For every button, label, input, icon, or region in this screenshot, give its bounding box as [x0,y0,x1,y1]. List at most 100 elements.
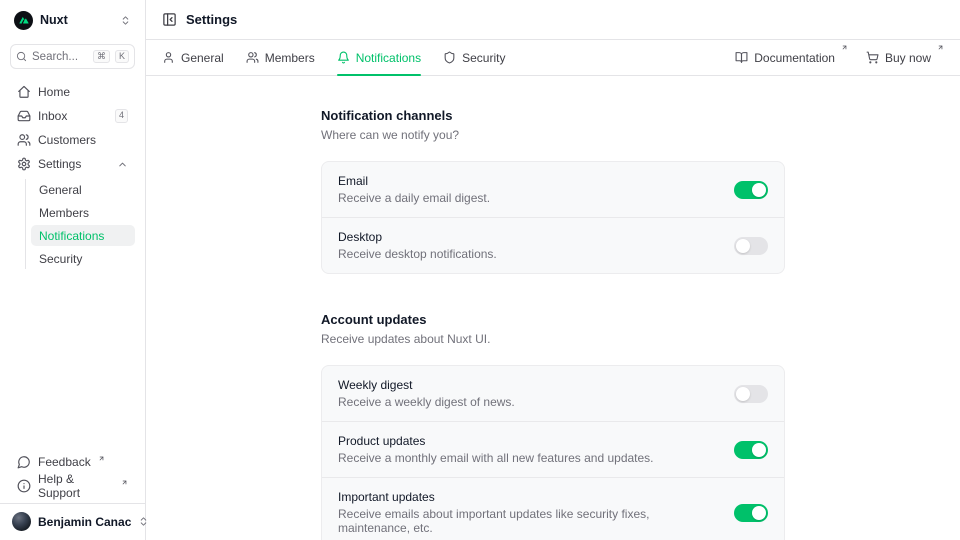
tab-label: Members [265,51,315,65]
chevron-up-icon [117,159,128,170]
setting-title: Product updates [338,434,654,448]
setting-row-email: Email Receive a daily email digest. [322,162,784,217]
sidebar-item-notifications[interactable]: Notifications [31,225,135,246]
section-notification-channels: Notification channels Where can we notif… [321,108,785,274]
setting-text: Weekly digest Receive a weekly digest of… [338,378,515,409]
users-icon [246,51,259,64]
workspace-name: Nuxt [40,13,68,27]
sidebar-item-customers[interactable]: Customers [10,129,135,151]
section-title: Notification channels [321,108,785,123]
setting-title: Important updates [338,490,718,504]
external-link-icon [937,44,944,51]
setting-description: Receive a monthly email with all new fea… [338,451,654,465]
setting-text: Product updates Receive a monthly email … [338,434,654,465]
email-toggle[interactable] [734,181,768,199]
section-description: Receive updates about Nuxt UI. [321,332,785,346]
panel-left-close-icon[interactable] [162,12,177,27]
shopping-cart-icon [866,51,879,64]
info-circle-icon [17,479,31,493]
tab-notifications[interactable]: Notifications [337,40,421,75]
settings-container: Notification channels Where can we notif… [321,108,785,540]
setting-text: Desktop Receive desktop notifications. [338,230,497,261]
user-menu[interactable]: Benjamin Canac [0,503,145,540]
sidebar-footer: Feedback Help & Support [10,451,135,503]
user-name: Benjamin Canac [38,515,131,529]
sidebar-subitem-label: Security [39,252,82,266]
external-link-icon [98,455,105,462]
search-input[interactable]: Search... ⌘ K [10,44,135,69]
sidebar-item-label: Customers [38,133,96,147]
sidebar-item-home[interactable]: Home [10,81,135,103]
section-title: Account updates [321,312,785,327]
kbd-k: K [115,50,129,64]
tab-security[interactable]: Security [443,40,505,75]
setting-row-weekly-digest: Weekly digest Receive a weekly digest of… [322,366,784,421]
search-icon [16,51,27,62]
gear-icon [17,157,31,171]
users-icon [17,133,31,147]
settings-subnav: General Members Notifications Security [25,179,135,269]
sidebar: Nuxt Search... ⌘ K Home [0,0,146,540]
setting-description: Receive a daily email digest. [338,191,490,205]
desktop-toggle[interactable] [734,237,768,255]
inbox-icon [17,109,31,123]
tab-label: General [181,51,224,65]
speech-bubble-icon [17,455,31,469]
sidebar-item-security[interactable]: Security [31,248,135,269]
setting-row-important-updates: Important updates Receive emails about i… [322,477,784,540]
tab-label: Notifications [356,51,421,65]
sidebar-subitem-label: General [39,183,82,197]
help-support-link[interactable]: Help & Support [10,475,135,497]
external-link-icon [841,44,848,51]
app-window: Nuxt Search... ⌘ K Home [0,0,960,540]
sidebar-item-settings[interactable]: Settings [10,153,135,175]
setting-description: Receive emails about important updates l… [338,507,718,535]
settings-card: Weekly digest Receive a weekly digest of… [321,365,785,540]
workspace-switcher[interactable]: Nuxt [10,0,135,40]
external-link-icon [121,479,128,486]
product-updates-toggle[interactable] [734,441,768,459]
setting-title: Email [338,174,490,188]
footer-link-label: Help & Support [38,472,114,500]
important-updates-toggle[interactable] [734,504,768,522]
page-header: Settings [146,0,960,40]
action-label: Buy now [885,51,931,65]
setting-description: Receive a weekly digest of news. [338,395,515,409]
page-title: Settings [186,12,237,27]
content-area: Notification channels Where can we notif… [146,76,960,540]
avatar [12,512,31,531]
sidebar-item-inbox[interactable]: Inbox 4 [10,105,135,127]
settings-card: Email Receive a daily email digest. Desk… [321,161,785,274]
book-open-icon [735,51,748,64]
shield-icon [443,51,456,64]
setting-row-desktop: Desktop Receive desktop notifications. [322,217,784,273]
tab-members[interactable]: Members [246,40,315,75]
user-icon [162,51,175,64]
sidebar-subitem-label: Members [39,206,89,220]
sidebar-item-label: Settings [38,157,81,171]
section-account-updates: Account updates Receive updates about Nu… [321,312,785,540]
main-panel: Settings General Members [146,0,960,540]
feedback-link[interactable]: Feedback [10,451,135,473]
setting-text: Email Receive a daily email digest. [338,174,490,205]
sidebar-item-label: Home [38,85,70,99]
weekly-digest-toggle[interactable] [734,385,768,403]
setting-description: Receive desktop notifications. [338,247,497,261]
kbd-meta: ⌘ [93,50,110,64]
documentation-link[interactable]: Documentation [735,40,848,75]
setting-title: Desktop [338,230,497,244]
sidebar-item-members[interactable]: Members [31,202,135,223]
sidebar-nav: Home Inbox 4 Customers Settings [10,81,135,269]
tabs: General Members Notifications [162,40,505,75]
sidebar-item-general[interactable]: General [31,179,135,200]
footer-link-label: Feedback [38,455,91,469]
buy-now-link[interactable]: Buy now [866,40,944,75]
sidebar-subitem-label: Notifications [39,229,104,243]
inbox-count-badge: 4 [115,109,128,123]
tab-general[interactable]: General [162,40,224,75]
tabbar: General Members Notifications [146,40,960,76]
setting-text: Important updates Receive emails about i… [338,490,718,535]
sidebar-item-label: Inbox [38,109,67,123]
tab-actions: Documentation Buy now [735,40,944,75]
section-description: Where can we notify you? [321,128,785,142]
